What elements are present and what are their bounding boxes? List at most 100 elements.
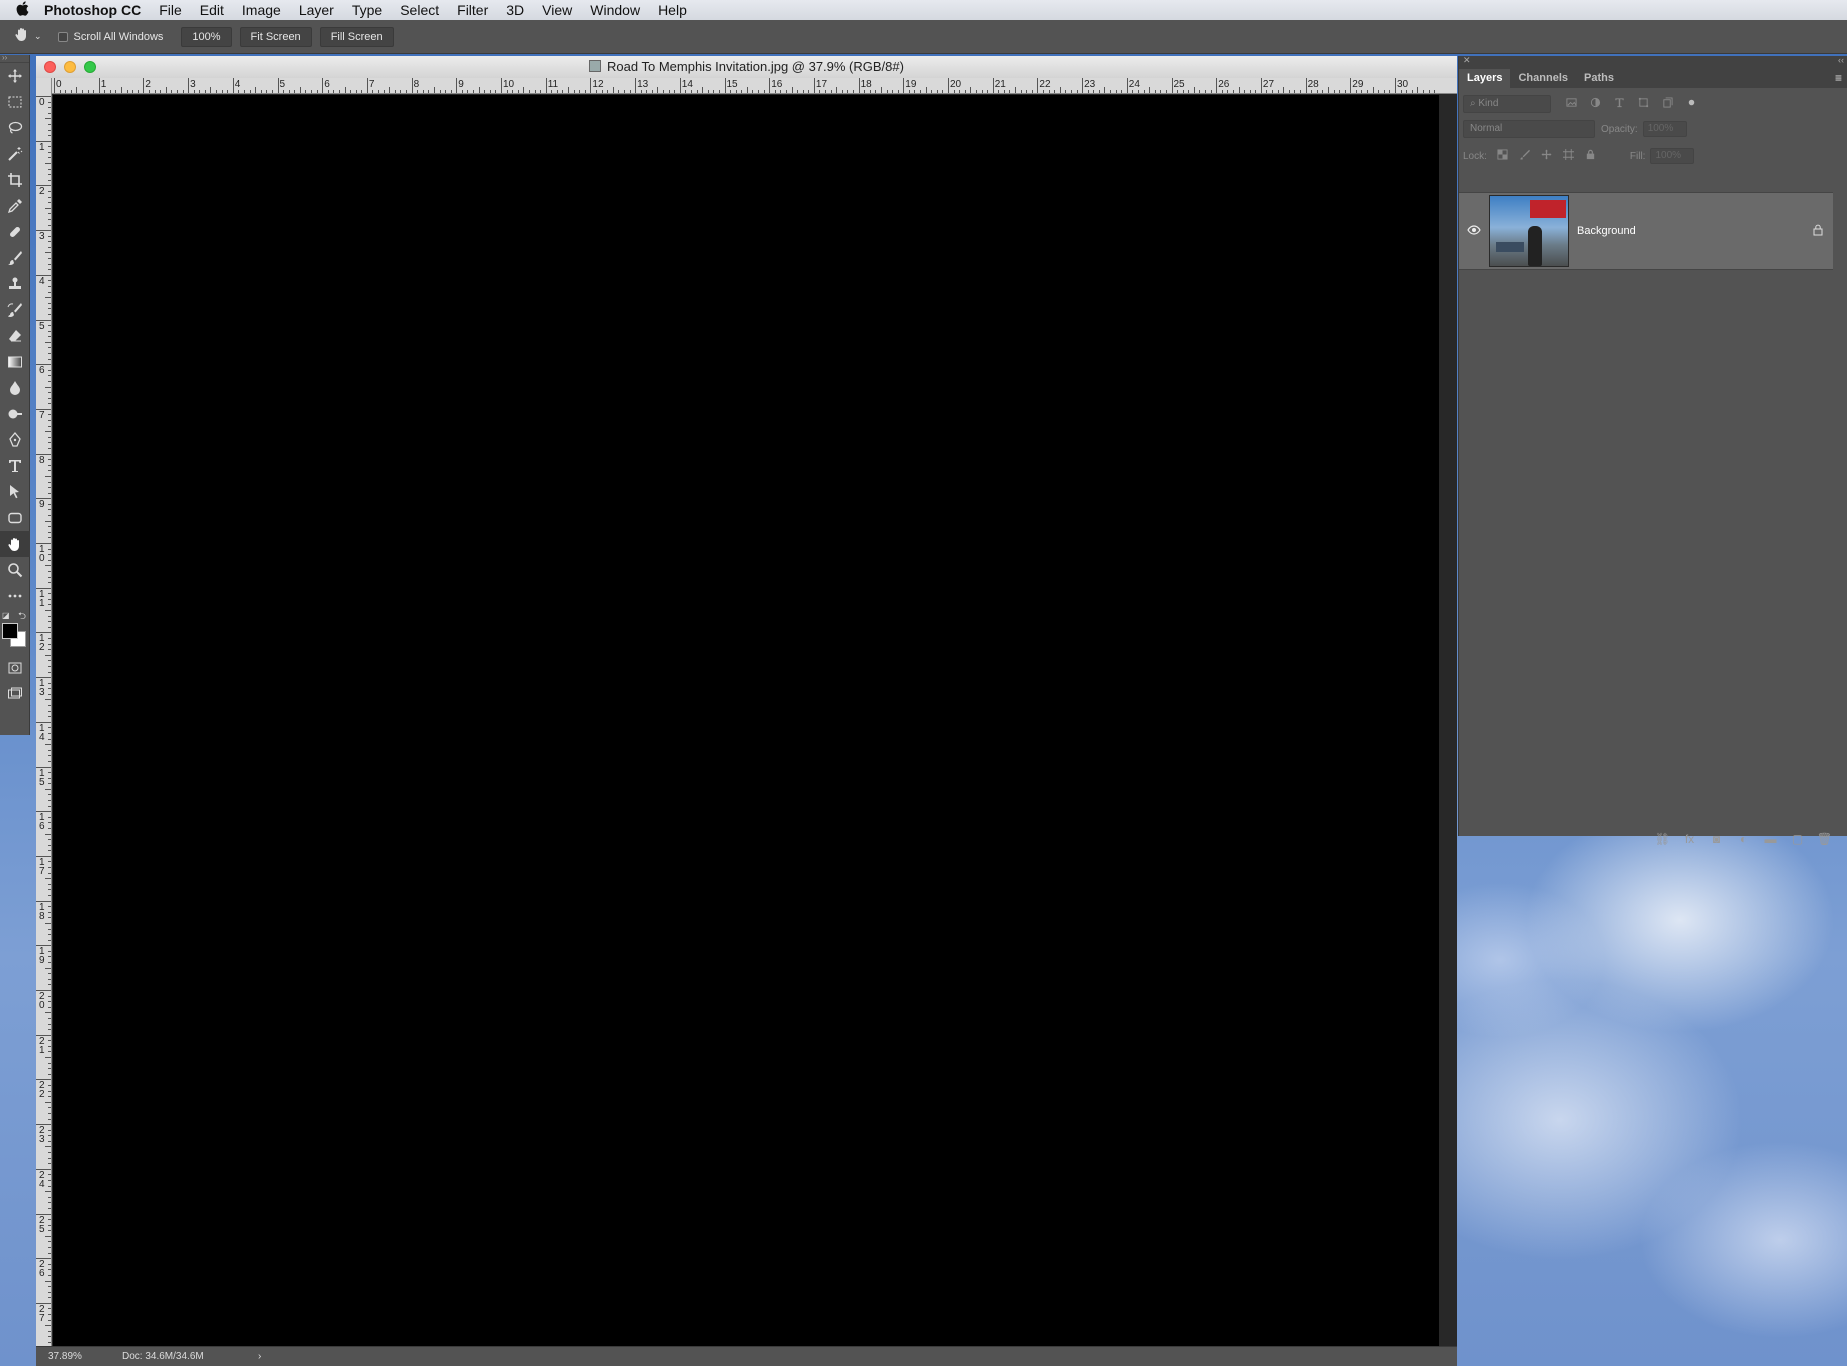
healing-brush-icon[interactable] <box>0 219 30 245</box>
trash-icon[interactable]: 🗑 <box>1811 832 1838 846</box>
mask-icon[interactable]: ◙ <box>1703 832 1730 846</box>
layer-thumbnail[interactable] <box>1489 195 1569 267</box>
menu-window[interactable]: Window <box>590 2 640 18</box>
lasso-icon[interactable] <box>0 115 30 141</box>
default-colors-icon[interactable]: ◪ <box>2 611 10 620</box>
fit-screen-button[interactable]: Fit Screen <box>239 26 312 47</box>
ruler-minor-tick <box>45 1012 51 1014</box>
close-icon[interactable]: ✕ <box>1463 55 1471 66</box>
tab-paths[interactable]: Paths <box>1576 69 1622 88</box>
status-menu-arrow[interactable]: › <box>258 1351 261 1362</box>
zoom-100-button[interactable]: 100% <box>181 26 232 47</box>
menu-image[interactable]: Image <box>242 2 281 18</box>
lock-artboard-icon[interactable] <box>1558 149 1580 163</box>
minimize-button[interactable] <box>64 61 76 73</box>
folder-icon[interactable]: ▬ <box>1757 832 1784 846</box>
panel-grip[interactable]: ›› <box>0 54 29 63</box>
more-icon[interactable] <box>0 583 30 609</box>
blend-mode-select[interactable]: Normal <box>1463 120 1595 138</box>
document-title-bar[interactable]: Road To Memphis Invitation.jpg @ 37.9% (… <box>36 56 1457 78</box>
horizontal-ruler[interactable]: 0 1 2 3 4 5 6 7 8 9 10 11 12 13 14 15 16 17 18 19 20 21 22 23 24… <box>52 78 1457 94</box>
lock-image-pixels-icon[interactable] <box>1514 149 1536 163</box>
crop-icon[interactable] <box>0 167 30 193</box>
foreground-color-swatch[interactable] <box>2 623 18 639</box>
ruler-label: 0 <box>39 97 45 108</box>
collapse-panel-icon[interactable]: ‹‹ <box>1838 55 1844 65</box>
tab-channels[interactable]: Channels <box>1510 69 1576 88</box>
scroll-all-windows-checkbox[interactable]: Scroll All Windows <box>57 31 163 43</box>
gradient-icon[interactable] <box>0 349 30 375</box>
ruler-minor-tick <box>657 87 659 93</box>
layer-row[interactable]: Background <box>1459 192 1833 270</box>
move-icon[interactable] <box>0 63 30 89</box>
shape-filter-icon[interactable] <box>1631 97 1655 111</box>
blur-icon[interactable] <box>0 375 30 401</box>
lock-icon[interactable] <box>1803 224 1833 239</box>
panel-menu-icon[interactable]: ≡ <box>1835 71 1842 85</box>
dodge-icon[interactable] <box>0 401 30 427</box>
pen-icon[interactable] <box>0 427 30 453</box>
zoom-level-field[interactable]: 37.89% <box>36 1351 122 1362</box>
menu-edit[interactable]: Edit <box>200 2 224 18</box>
type-filter-icon[interactable] <box>1607 97 1631 111</box>
eye-icon[interactable] <box>1459 224 1489 238</box>
menu-help[interactable]: Help <box>658 2 687 18</box>
ruler-minor-tick <box>1238 87 1240 93</box>
ruler-minor-tick <box>433 87 435 93</box>
eyedropper-icon[interactable] <box>0 193 30 219</box>
fill-field[interactable]: 100% <box>1650 148 1695 164</box>
canvas[interactable] <box>53 95 1439 1346</box>
menu-type[interactable]: Type <box>352 2 382 18</box>
ruler-minor-tick <box>417 90 419 93</box>
new-layer-icon[interactable]: ▢ <box>1784 832 1811 846</box>
lock-all-icon[interactable] <box>1580 149 1602 163</box>
vertical-ruler[interactable]: 0 1 2 3 4 5 6 7 8 9 10 11 12 13 14 15 16 17 18 19 20 21 22 23 24… <box>36 78 52 1346</box>
ruler-minor-tick <box>48 1241 51 1243</box>
menu-file[interactable]: File <box>159 2 182 18</box>
fill-screen-button[interactable]: Fill Screen <box>319 26 394 47</box>
checkbox-box[interactable] <box>57 31 68 42</box>
lock-position-icon[interactable] <box>1536 149 1558 163</box>
layer-name[interactable]: Background <box>1577 225 1803 237</box>
fx-icon[interactable]: fx <box>1676 832 1703 846</box>
link-icon[interactable]: ⛓ <box>1649 832 1676 846</box>
rectangle-icon[interactable] <box>0 505 30 531</box>
ruler-minor-tick <box>880 87 882 93</box>
screen-mode-icon[interactable] <box>0 681 30 707</box>
zoom-icon[interactable] <box>0 557 30 583</box>
ruler-minor-tick <box>987 90 989 93</box>
menu-view[interactable]: View <box>542 2 572 18</box>
maximize-button[interactable] <box>84 61 96 73</box>
type-icon[interactable] <box>0 453 30 479</box>
ruler-minor-tick <box>48 1230 51 1232</box>
ruler-label: 14 <box>39 722 45 743</box>
filter-toggle-icon[interactable] <box>1679 97 1703 111</box>
tool-preset-picker[interactable]: ⌄ <box>14 26 42 47</box>
image-filter-icon[interactable] <box>1559 97 1583 111</box>
history-brush-icon[interactable] <box>0 297 30 323</box>
menu-3d[interactable]: 3D <box>506 2 524 18</box>
menu-layer[interactable]: Layer <box>299 2 334 18</box>
brush-icon[interactable] <box>0 245 30 271</box>
tab-layers[interactable]: Layers <box>1459 69 1511 88</box>
close-button[interactable] <box>44 61 56 73</box>
lock-transparent-pixels-icon[interactable] <box>1492 149 1514 163</box>
ruler-minor-tick <box>1411 90 1413 93</box>
swap-colors-icon[interactable]: ⮌ <box>18 609 26 626</box>
path-selection-icon[interactable] <box>0 479 30 505</box>
adjustment-filter-icon[interactable] <box>1583 97 1607 111</box>
eraser-icon[interactable] <box>0 323 30 349</box>
quick-mask-icon[interactable] <box>0 655 30 681</box>
hand-icon[interactable] <box>0 531 30 557</box>
marquee-icon[interactable] <box>0 89 30 115</box>
adjustment-icon[interactable]: ◐ <box>1730 832 1757 846</box>
menu-select[interactable]: Select <box>400 2 439 18</box>
clone-stamp-icon[interactable] <box>0 271 30 297</box>
app-name-menu[interactable]: Photoshop CC <box>44 2 141 18</box>
apple-icon[interactable] <box>0 1 44 19</box>
filter-kind-select[interactable]: ⌕ Kind <box>1463 95 1551 113</box>
magic-wand-icon[interactable] <box>0 141 30 167</box>
menu-filter[interactable]: Filter <box>457 2 488 18</box>
opacity-field[interactable]: 100% <box>1642 121 1687 137</box>
smart-object-filter-icon[interactable] <box>1655 97 1679 111</box>
